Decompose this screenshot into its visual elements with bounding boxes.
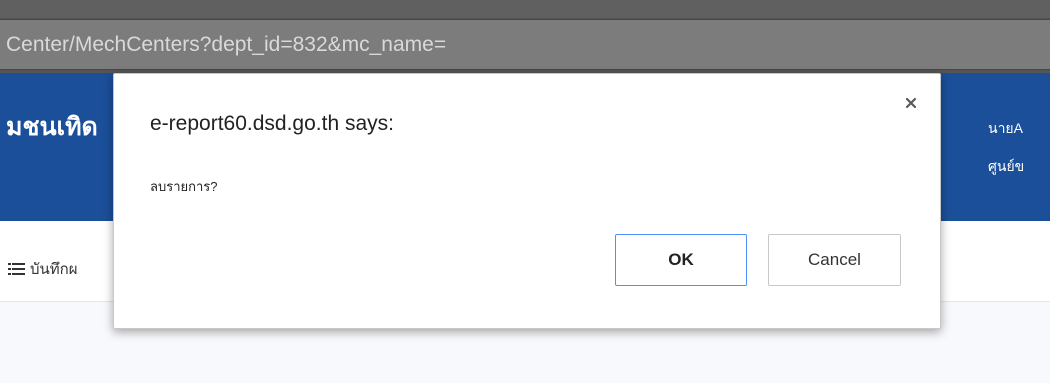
dialog-message: ลบรายการ? xyxy=(150,179,218,194)
confirm-dialog: e-report60.dsd.go.th says: ลบรายการ? OK … xyxy=(113,73,941,329)
dialog-title: e-report60.dsd.go.th says: xyxy=(150,112,394,135)
cancel-button[interactable]: Cancel xyxy=(768,234,901,286)
close-icon[interactable] xyxy=(900,92,922,114)
ok-button[interactable]: OK xyxy=(615,234,747,286)
